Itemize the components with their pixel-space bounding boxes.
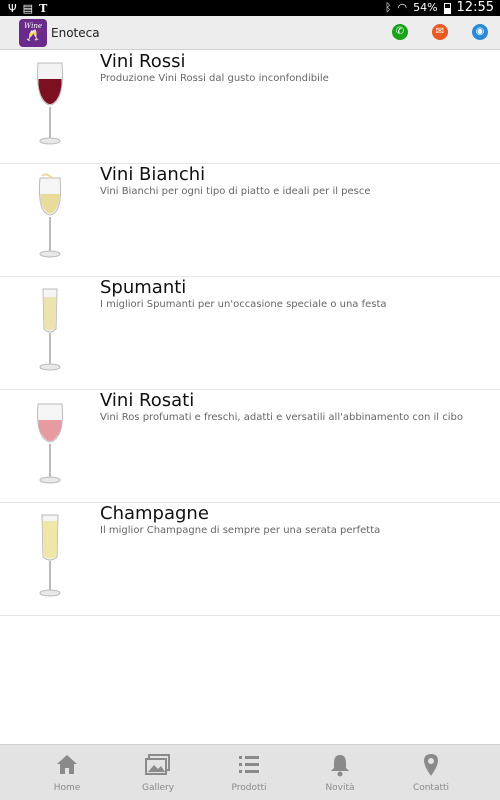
- home-icon: [57, 755, 77, 774]
- item-title: Vini Rossi: [100, 51, 186, 72]
- wine-glasses-icon: 🥂: [26, 29, 40, 42]
- nav-label: Home: [53, 783, 81, 793]
- usb-icon: Ψ: [8, 2, 17, 15]
- battery-percent: 54%: [413, 1, 438, 14]
- gallery-icon: [145, 754, 170, 775]
- wifi-icon: ◠: [397, 1, 408, 14]
- item-description: Vini Ros profumati e freschi, adatti e v…: [100, 412, 463, 423]
- location-pin-icon: [424, 754, 438, 776]
- nav-label: Prodotti: [231, 783, 267, 793]
- nav-item-novita[interactable]: Novità: [300, 753, 380, 793]
- item-title: Champagne: [100, 503, 209, 524]
- nav-label: Contatti: [412, 783, 450, 793]
- item-title: Spumanti: [100, 277, 187, 298]
- list-item-spumanti[interactable]: Spumanti I migliori Spumanti per un'occa…: [0, 277, 500, 390]
- notification-icon: ▤: [22, 2, 34, 15]
- phone-icon[interactable]: ✆: [392, 24, 408, 40]
- nav-item-prodotti[interactable]: Prodotti: [209, 753, 289, 793]
- mail-icon[interactable]: ✉: [432, 24, 448, 40]
- list-item-vini-rosati[interactable]: Vini Rosati Vini Ros profumati e freschi…: [0, 390, 500, 503]
- status-time: 12:55: [456, 0, 494, 15]
- item-description: Produzione Vini Rossi dal gusto inconfon…: [100, 73, 329, 84]
- nav-item-home[interactable]: Home: [27, 753, 107, 793]
- list-item-champagne[interactable]: Champagne Il miglior Champagne di sempre…: [0, 503, 500, 616]
- bell-icon: [331, 755, 349, 777]
- battery-icon: [443, 2, 451, 14]
- list-icon: [239, 756, 259, 773]
- list-item-vini-rossi[interactable]: Vini Rossi Produzione Vini Rossi dal gus…: [0, 51, 500, 164]
- product-list: Vini Rossi Produzione Vini Rossi dal gus…: [0, 51, 500, 616]
- nav-item-contatti[interactable]: Contatti: [391, 753, 471, 793]
- bluetooth-icon: ᛒ: [384, 1, 392, 14]
- white-wine-glass-icon: [38, 173, 62, 258]
- list-item-vini-bianchi[interactable]: Vini Bianchi Vini Bianchi per ogni tipo …: [0, 164, 500, 277]
- action-bar: Wine 🥂 Enoteca ✆ ✉ ◉: [0, 16, 500, 50]
- app-logo-icon[interactable]: Wine 🥂: [19, 19, 47, 47]
- item-title: Vini Rosati: [100, 390, 195, 411]
- red-wine-glass-icon: [37, 62, 63, 145]
- status-bar: Ψ ▤ T ᛒ ◠ 54% 12:55: [0, 0, 500, 16]
- item-description: Il miglior Champagne di sempre per una s…: [100, 525, 381, 536]
- app-title: Enoteca: [51, 26, 100, 40]
- nav-label: Gallery: [141, 783, 175, 793]
- item-title: Vini Bianchi: [100, 164, 206, 185]
- item-description: I migliori Spumanti per un'occasione spe…: [100, 299, 387, 310]
- globe-icon[interactable]: ◉: [472, 24, 488, 40]
- status-left-icons: Ψ ▤ T: [8, 1, 47, 17]
- nyt-icon: T: [39, 2, 48, 15]
- rose-wine-glass-icon: [37, 403, 63, 484]
- status-right-icons: ᛒ ◠ 54% 12:55: [385, 0, 494, 16]
- champagne-glass-icon: [39, 514, 61, 597]
- bottom-nav: Home Gallery Prodotti Novità Contatti: [0, 744, 500, 800]
- nav-label: Novità: [325, 783, 355, 793]
- item-description: Vini Bianchi per ogni tipo di piatto e i…: [100, 186, 371, 197]
- flute-glass-icon: [39, 288, 61, 371]
- nav-item-gallery[interactable]: Gallery: [118, 753, 198, 793]
